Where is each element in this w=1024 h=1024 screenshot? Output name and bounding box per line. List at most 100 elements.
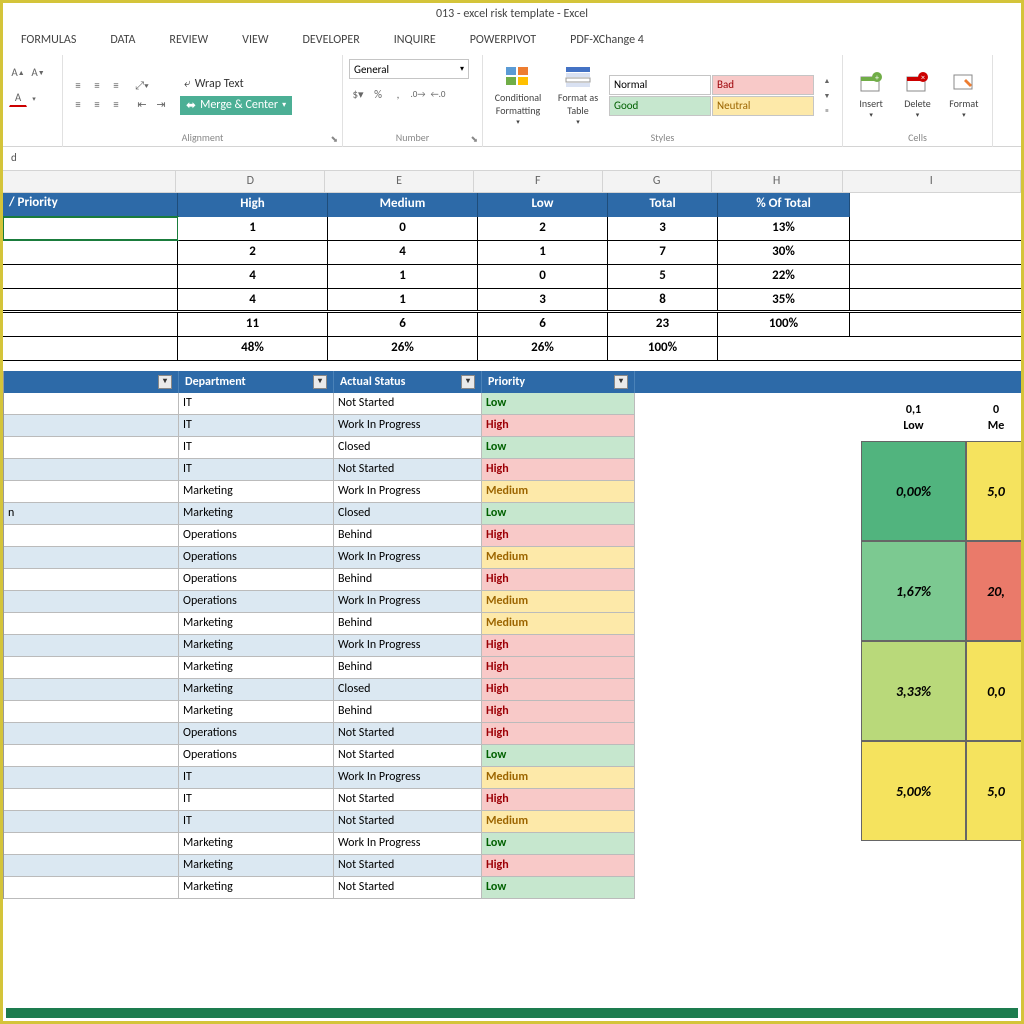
decrease-font-button[interactable]: A▼ (29, 63, 47, 81)
table-cell-status[interactable]: Closed (334, 503, 482, 525)
table-cell-priority[interactable]: High (482, 525, 635, 547)
font-color-dropdown[interactable]: ▾ (29, 89, 39, 107)
table-cell-status[interactable]: Behind (334, 613, 482, 635)
table-cell-status[interactable]: Not Started (334, 877, 482, 899)
table-cell[interactable] (4, 569, 179, 591)
filter-priority[interactable]: Priority▾ (482, 371, 635, 393)
style-good[interactable]: Good (609, 96, 711, 116)
table-cell[interactable] (4, 767, 179, 789)
col-header-E[interactable]: E (325, 171, 474, 192)
menu-view[interactable]: VIEW (242, 33, 268, 49)
menu-powerpivot[interactable]: POWERPIVOT (470, 33, 536, 49)
table-cell[interactable] (4, 723, 179, 745)
filter-dropdown-icon[interactable]: ▾ (158, 375, 172, 389)
table-cell[interactable] (4, 635, 179, 657)
table-cell-dept[interactable]: Marketing (179, 657, 334, 679)
table-cell-priority[interactable]: Low (482, 877, 635, 899)
summary-cell[interactable]: 2 (478, 217, 608, 240)
summary-cell[interactable]: 35% (718, 289, 850, 310)
filter-department[interactable]: Department▾ (179, 371, 334, 393)
table-cell-priority[interactable]: High (482, 855, 635, 877)
matrix-cell[interactable]: 3,33% (861, 641, 966, 741)
table-cell[interactable] (4, 415, 179, 437)
summary-cell[interactable]: 2 (178, 241, 328, 264)
table-cell-status[interactable]: Not Started (334, 459, 482, 481)
menu-data[interactable]: DATA (110, 33, 135, 49)
table-cell[interactable] (4, 833, 179, 855)
table-cell-priority[interactable]: High (482, 459, 635, 481)
table-cell-dept[interactable]: Marketing (179, 613, 334, 635)
filter-dropdown-icon[interactable]: ▾ (313, 375, 327, 389)
matrix-cell[interactable]: 1,67% (861, 541, 966, 641)
table-cell-priority[interactable]: High (482, 789, 635, 811)
table-cell-priority[interactable]: High (482, 415, 635, 437)
table-cell-dept[interactable]: Operations (179, 745, 334, 767)
col-header-I[interactable]: I (843, 171, 1021, 192)
table-cell-status[interactable]: Behind (334, 525, 482, 547)
insert-button[interactable]: + Insert▾ (849, 69, 893, 121)
align-right-button[interactable]: ≡ (107, 96, 125, 114)
table-cell-priority[interactable]: Low (482, 503, 635, 525)
styles-scroll-up[interactable]: ▲ (818, 73, 836, 87)
summary-cell[interactable]: 48% (178, 337, 328, 360)
table-cell-status[interactable]: Not Started (334, 789, 482, 811)
table-cell-dept[interactable]: Marketing (179, 481, 334, 503)
col-header-G[interactable]: G (603, 171, 712, 192)
align-middle-button[interactable]: ≡ (88, 77, 106, 95)
alignment-launcher[interactable]: ⬊ (330, 134, 338, 145)
table-cell[interactable] (4, 789, 179, 811)
table-cell[interactable] (4, 437, 179, 459)
summary-cell[interactable]: 4 (178, 265, 328, 288)
style-neutral[interactable]: Neutral (712, 96, 814, 116)
table-cell-priority[interactable]: Medium (482, 767, 635, 789)
menu-formulas[interactable]: FORMULAS (21, 33, 76, 49)
summary-cell[interactable]: 22% (718, 265, 850, 288)
summary-cell[interactable]: 1 (478, 241, 608, 264)
menu-review[interactable]: REVIEW (169, 33, 208, 49)
align-bottom-button[interactable]: ≡ (107, 77, 125, 95)
summary-cell[interactable]: 100% (608, 337, 718, 360)
table-cell-status[interactable]: Work In Progress (334, 415, 482, 437)
summary-cell[interactable]: 3 (478, 289, 608, 310)
summary-cell[interactable]: 3 (608, 217, 718, 240)
align-center-button[interactable]: ≡ (88, 96, 106, 114)
conditional-formatting-button[interactable]: Conditional Formatting▾ (489, 63, 547, 128)
decrease-indent-button[interactable]: ⇤ (133, 96, 151, 114)
table-cell-dept[interactable]: IT (179, 415, 334, 437)
table-cell-status[interactable]: Work In Progress (334, 833, 482, 855)
table-cell-dept[interactable]: Operations (179, 723, 334, 745)
table-cell-priority[interactable]: High (482, 635, 635, 657)
matrix-cell[interactable]: 5,0 (966, 441, 1021, 541)
table-cell-priority[interactable]: High (482, 657, 635, 679)
matrix-cell[interactable]: 5,0 (966, 741, 1021, 841)
summary-cell[interactable]: 100% (718, 313, 850, 336)
table-cell-priority[interactable]: Low (482, 437, 635, 459)
table-cell-status[interactable]: Behind (334, 701, 482, 723)
summary-cell[interactable]: 4 (328, 241, 478, 264)
wrap-text-button[interactable]: ⤶ Wrap Text (180, 76, 292, 92)
summary-cell[interactable]: 11 (178, 313, 328, 336)
table-cell[interactable] (4, 591, 179, 613)
table-cell-dept[interactable]: Marketing (179, 833, 334, 855)
style-bad[interactable]: Bad (712, 75, 814, 95)
table-cell[interactable] (4, 877, 179, 899)
menu-pdf-xchange[interactable]: PDF-XChange 4 (570, 33, 644, 49)
number-format-combo[interactable]: General ▾ (349, 59, 469, 79)
table-cell-dept[interactable]: Marketing (179, 701, 334, 723)
menu-inquire[interactable]: INQUIRE (394, 33, 436, 49)
table-cell[interactable] (4, 393, 179, 415)
align-top-button[interactable]: ≡ (69, 77, 87, 95)
table-cell-status[interactable]: Behind (334, 569, 482, 591)
summary-cell[interactable]: 1 (178, 217, 328, 240)
style-normal[interactable]: Normal (609, 75, 711, 95)
accounting-button[interactable]: $▾ (349, 85, 367, 103)
percent-button[interactable]: % (369, 85, 387, 103)
table-cell-dept[interactable]: Marketing (179, 877, 334, 899)
summary-cell[interactable]: 6 (478, 313, 608, 336)
table-cell-priority[interactable]: Medium (482, 811, 635, 833)
table-cell-status[interactable]: Not Started (334, 811, 482, 833)
table-cell-priority[interactable]: High (482, 569, 635, 591)
table-cell[interactable] (4, 547, 179, 569)
table-cell[interactable] (4, 745, 179, 767)
table-cell-status[interactable]: Work In Progress (334, 547, 482, 569)
